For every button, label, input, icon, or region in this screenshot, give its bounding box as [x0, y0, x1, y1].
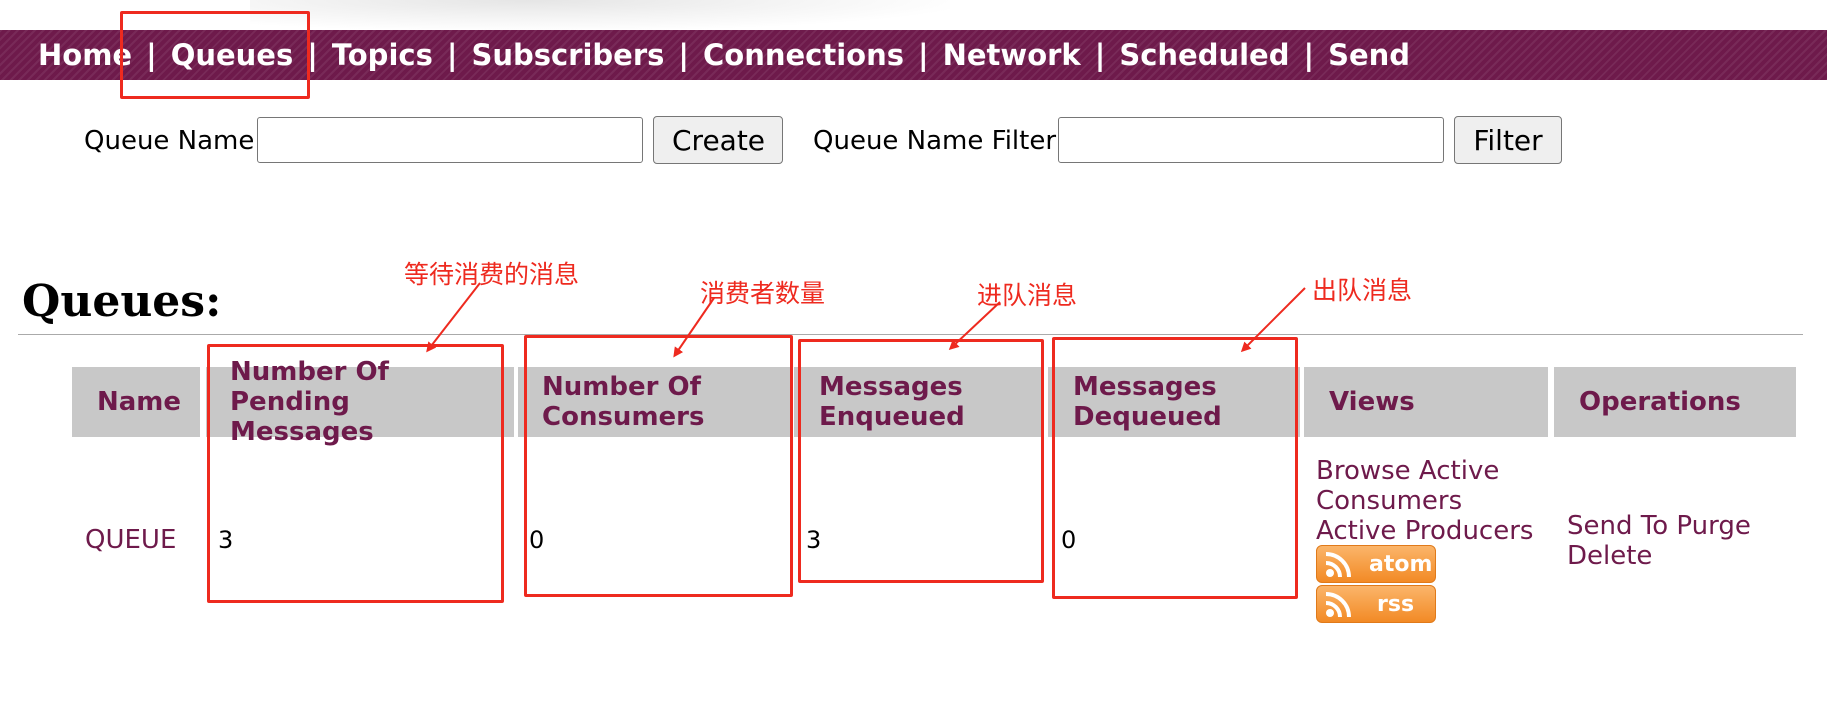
arrow-enqueued: [948, 301, 1001, 351]
arrow-dequeued: [1240, 287, 1306, 353]
annotation-arrows: [426, 282, 1306, 358]
arrow-consumers: [673, 297, 715, 358]
arrow-pending: [426, 282, 481, 353]
